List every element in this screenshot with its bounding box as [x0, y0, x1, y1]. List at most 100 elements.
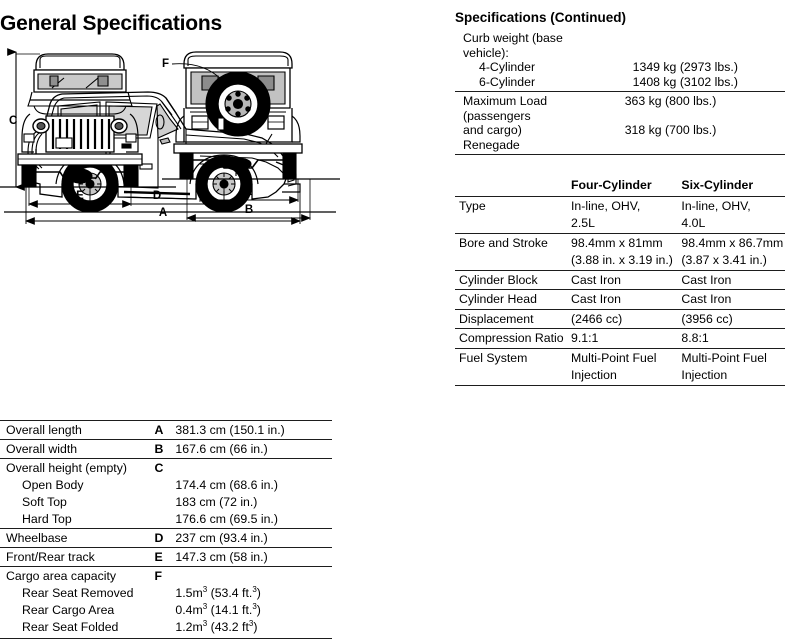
dimension-label-D: D: [153, 190, 161, 202]
row-spec: Compression Ratio: [455, 328, 572, 348]
row-label: Curb weight (base: [463, 31, 563, 45]
table-row: Cylinder Head Cast Iron Cast Iron: [455, 289, 785, 309]
dimension-key: [155, 511, 176, 529]
dimension-key: F: [154, 566, 176, 585]
dimension-value: 1.5m3 (53.4 ft.3): [175, 584, 261, 600]
dimension-label-A: A: [159, 207, 167, 219]
row-spec: [455, 215, 571, 233]
row-value: 318 kg (700 lbs.): [624, 123, 717, 137]
row-six: Injection: [681, 367, 785, 386]
dimension-label-E-front: E: [76, 190, 84, 202]
dimension-key: [155, 477, 176, 494]
row-spec: Displacement: [455, 308, 572, 329]
dimension-value: [175, 458, 332, 477]
dimension-name: Overall height (empty): [0, 458, 155, 477]
row-value: 363 kg (800 lbs.): [624, 94, 717, 108]
row-spec: Cylinder Head: [455, 289, 572, 309]
dimension-value: 147.3 cm (58 in.): [175, 547, 332, 567]
row-spec: Fuel System: [455, 347, 572, 367]
table-row: Open Body 174.4 cm (68.6 in.): [0, 477, 332, 494]
dimension-value: 174.4 cm (68.6 in.): [175, 478, 278, 492]
table-row: 2.5L 4.0L: [455, 215, 785, 233]
row-six: (3956 cc): [681, 308, 785, 329]
row-value: [633, 31, 785, 46]
table-row: Front/Rear track E 147.3 cm (58 in.): [0, 547, 332, 567]
page-title: General Specifications: [0, 12, 223, 35]
table-row: Soft Top 183 cm (72 in.): [0, 494, 332, 511]
table-row: Rear Seat Removed 1.5m3 (53.4 ft.3): [0, 585, 332, 602]
table-row: Fuel System Multi-Point Fuel Multi-Point…: [455, 347, 785, 367]
table-row: (passengers: [455, 109, 785, 124]
table-row: Rear Seat Folded 1.2m3 (43.2 ft3): [0, 619, 332, 639]
dimension-name: Wheelbase: [0, 528, 155, 548]
dimension-key: [155, 585, 176, 602]
header-four-cylinder: Four-Cylinder: [571, 178, 652, 192]
row-label: (passengers: [463, 108, 531, 123]
dimension-name: Overall length: [0, 420, 155, 440]
row-value: [625, 109, 785, 124]
row-spec: [455, 252, 571, 270]
row-four: 9.1:1: [571, 328, 682, 348]
table-row: Rear Cargo Area 0.4m3 (14.1 ft.3): [0, 602, 332, 619]
row-label: 6-Cylinder: [479, 74, 536, 89]
curb-weight-table: Curb weight (base vehicle): 4-Cylinder 1…: [455, 31, 785, 89]
maximum-load-table: Maximum Load 363 kg (800 lbs.) (passenge…: [455, 94, 785, 152]
row-four: Cast Iron: [571, 289, 682, 309]
table-row: Overall width B 167.6 cm (66 in.): [0, 439, 332, 459]
dimension-name: Overall width: [0, 439, 155, 459]
row-six: Cast Iron: [681, 269, 785, 290]
row-value: 1408 kg (3102 lbs.): [632, 74, 738, 89]
rear-view-drawing: [173, 51, 303, 180]
row-four: Injection: [571, 367, 682, 386]
dimension-value: 0.4m3 (14.1 ft.3): [175, 601, 261, 617]
row-spec: [455, 367, 572, 386]
dimension-value: 183 cm (72 in.): [175, 495, 258, 509]
table-row: Curb weight (base: [455, 31, 785, 46]
row-four: Multi-Point Fuel: [571, 347, 682, 367]
dimension-label-C: C: [9, 115, 17, 127]
row-four: In-line, OHV,: [571, 195, 682, 215]
row-four: (2466 cc): [571, 308, 682, 329]
table-row: Overall height (empty) C: [0, 458, 332, 477]
dimension-name: Front/Rear track: [0, 547, 155, 567]
dimension-key: [155, 602, 176, 619]
dimension-value: 381.3 cm (150.1 in.): [175, 420, 332, 440]
dimension-name: Open Body: [22, 478, 84, 492]
table-row: Displacement (2466 cc) (3956 cc): [455, 308, 785, 329]
specs-continued-title: Specifications (Continued): [455, 10, 627, 25]
row-spec: Cylinder Block: [455, 269, 572, 290]
dimension-key: A: [154, 420, 176, 440]
dimension-key: [155, 494, 176, 511]
row-label: 4-Cylinder: [479, 60, 536, 74]
dimension-name: Cargo area capacity: [0, 566, 155, 585]
row-six: (3.87 x 3.41 in.): [681, 253, 767, 267]
dimension-value: 1.2m3 (43.2 ft3): [175, 619, 332, 639]
dimension-value: 176.6 cm (69.5 in.): [175, 512, 278, 526]
row-six: 4.0L: [681, 216, 706, 230]
table-row: 4-Cylinder 1349 kg (2973 lbs.): [455, 60, 785, 75]
dimension-key: D: [154, 528, 176, 548]
row-six: Cast Iron: [681, 289, 785, 309]
dimension-value: 167.6 cm (66 in.): [175, 439, 332, 459]
dimension-key: [154, 619, 176, 639]
dimension-name: Soft Top: [22, 495, 67, 509]
row-value: 1349 kg (2973 lbs.): [632, 60, 738, 74]
row-six: Multi-Point Fuel: [681, 347, 785, 367]
dimension-key: B: [154, 439, 176, 459]
header-six-cylinder: Six-Cylinder: [681, 178, 754, 192]
table-row: Maximum Load 363 kg (800 lbs.): [455, 94, 785, 109]
dimension-name: Rear Cargo Area: [22, 603, 115, 617]
table-row: Bore and Stroke 98.4mm x 81mm 98.4mm x 8…: [455, 232, 785, 252]
dimension-label-F: F: [162, 58, 169, 70]
table-row: and cargo) 318 kg (700 lbs.): [455, 123, 785, 138]
table-row: Cargo area capacity F: [0, 566, 332, 585]
table-divider-rule: [455, 154, 785, 155]
dimension-name: Rear Seat Folded: [0, 619, 155, 639]
row-four: 98.4mm x 81mm: [571, 232, 682, 252]
dimension-arrow-A: A: [24, 207, 302, 225]
dimension-name: Hard Top: [22, 512, 72, 526]
row-spec: Bore and Stroke: [455, 232, 572, 252]
table-row: Renegade: [455, 138, 785, 153]
dimension-key: E: [154, 547, 176, 567]
row-four: (3.88 in. x 3.19 in.): [571, 253, 673, 267]
